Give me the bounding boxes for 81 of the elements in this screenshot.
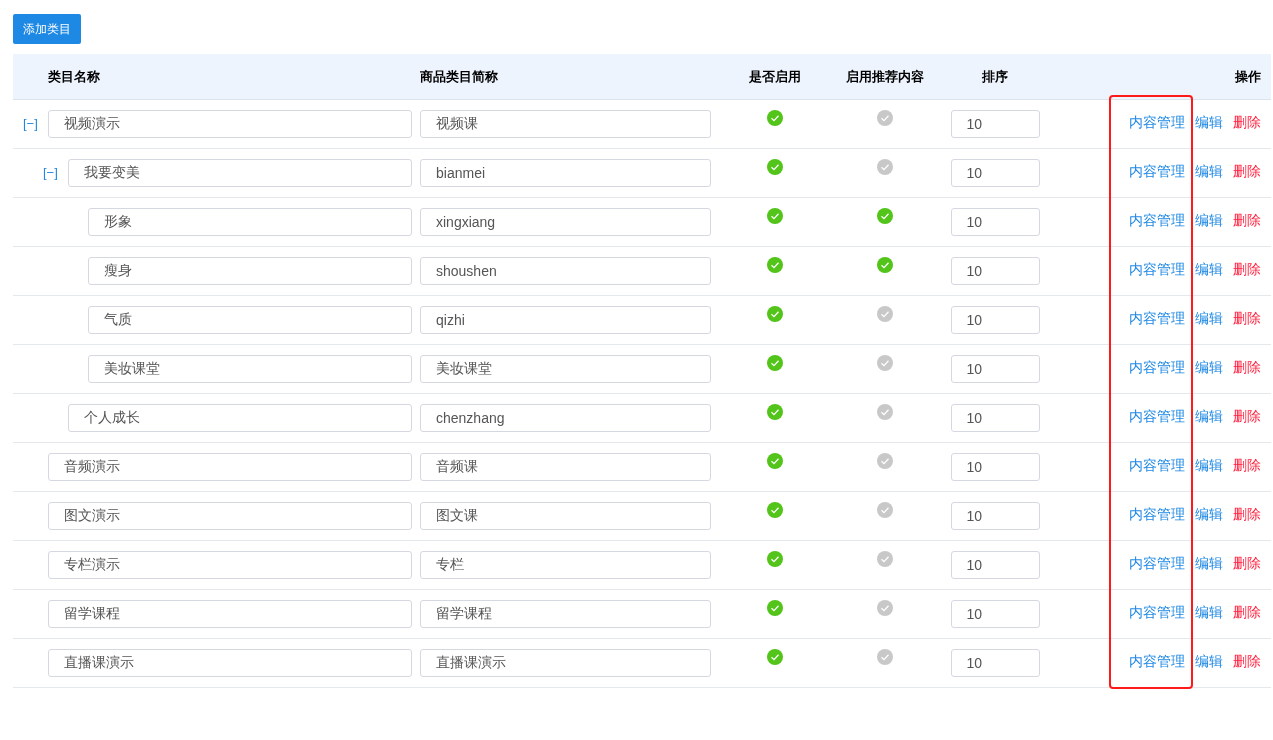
- sort-field[interactable]: 10: [950, 306, 1040, 334]
- action-link[interactable]: 编辑: [1195, 209, 1223, 231]
- sort-field[interactable]: 10: [950, 355, 1040, 383]
- column-header: 类目名称: [47, 67, 101, 86]
- action-link[interactable]: 内容管理: [1129, 258, 1185, 280]
- category-name-field[interactable]: 图文演示: [48, 502, 412, 530]
- category-name-field[interactable]: 直播课演示: [48, 649, 412, 677]
- action-link[interactable]: 编辑: [1195, 307, 1223, 329]
- category-name-field[interactable]: 形象: [88, 208, 412, 236]
- short-name-field[interactable]: 留学课程: [420, 600, 711, 628]
- short-name-field[interactable]: 直播课演示: [420, 649, 711, 677]
- category-name-field[interactable]: 我要变美: [68, 159, 412, 187]
- short-name-field[interactable]: xingxiang: [420, 208, 711, 236]
- column-header: 排序: [981, 67, 1009, 86]
- action-link[interactable]: 内容管理: [1129, 454, 1185, 476]
- sort-field[interactable]: 10: [950, 159, 1040, 187]
- short-name-field[interactable]: 视频课: [420, 110, 711, 138]
- delete-link[interactable]: 删除: [1233, 307, 1261, 329]
- action-link[interactable]: 内容管理: [1129, 209, 1185, 231]
- collapse-toggle[interactable]: [−]: [23, 116, 38, 132]
- column-header: 启用推荐内容: [845, 67, 925, 86]
- sort-field[interactable]: 10: [950, 404, 1040, 432]
- action-link[interactable]: 内容管理: [1129, 356, 1185, 378]
- sort-field[interactable]: 10: [950, 649, 1040, 677]
- delete-link[interactable]: 删除: [1233, 258, 1261, 280]
- action-link[interactable]: 内容管理: [1129, 405, 1185, 427]
- sort-field[interactable]: 10: [950, 600, 1040, 628]
- delete-link[interactable]: 删除: [1233, 650, 1261, 672]
- action-link[interactable]: 内容管理: [1129, 111, 1185, 133]
- delete-link[interactable]: 删除: [1233, 111, 1261, 133]
- sort-field[interactable]: 10: [950, 110, 1040, 138]
- action-link[interactable]: 内容管理: [1129, 307, 1185, 329]
- short-name-field[interactable]: 专栏: [420, 551, 711, 579]
- delete-link[interactable]: 删除: [1233, 454, 1261, 476]
- collapse-toggle[interactable]: [−]: [43, 165, 58, 181]
- category-name-field[interactable]: 音频演示: [48, 453, 412, 481]
- short-name-field[interactable]: bianmei: [420, 159, 711, 187]
- sort-field[interactable]: 10: [950, 453, 1040, 481]
- add-category-button[interactable]: 添加类目: [13, 14, 81, 44]
- action-link[interactable]: 编辑: [1195, 601, 1223, 623]
- action-link[interactable]: 编辑: [1195, 405, 1223, 427]
- short-name-field[interactable]: qizhi: [420, 306, 711, 334]
- category-name-field[interactable]: 美妆课堂: [88, 355, 412, 383]
- sort-field[interactable]: 10: [950, 208, 1040, 236]
- category-name-field[interactable]: 专栏演示: [48, 551, 412, 579]
- short-name-field[interactable]: chenzhang: [420, 404, 711, 432]
- action-link[interactable]: 编辑: [1195, 258, 1223, 280]
- delete-link[interactable]: 删除: [1233, 160, 1261, 182]
- action-link[interactable]: 内容管理: [1129, 601, 1185, 623]
- delete-link[interactable]: 删除: [1233, 209, 1261, 231]
- column-header: 商品类目简称: [420, 67, 499, 86]
- action-link[interactable]: 编辑: [1195, 160, 1223, 182]
- action-link[interactable]: 内容管理: [1129, 503, 1185, 525]
- column-header: 是否启用: [748, 67, 802, 86]
- short-name-field[interactable]: 图文课: [420, 502, 711, 530]
- category-name-field[interactable]: 留学课程: [48, 600, 412, 628]
- action-link[interactable]: 内容管理: [1129, 552, 1185, 574]
- action-link[interactable]: 编辑: [1195, 454, 1223, 476]
- action-link[interactable]: 编辑: [1195, 503, 1223, 525]
- category-name-field[interactable]: 瘦身: [88, 257, 412, 285]
- category-name-field[interactable]: 气质: [88, 306, 412, 334]
- delete-link[interactable]: 删除: [1233, 552, 1261, 574]
- category-name-field[interactable]: 个人成长: [68, 404, 412, 432]
- column-header: 操作: [1234, 67, 1262, 86]
- short-name-field[interactable]: shoushen: [420, 257, 711, 285]
- delete-link[interactable]: 删除: [1233, 356, 1261, 378]
- action-link[interactable]: 内容管理: [1129, 650, 1185, 672]
- sort-field[interactable]: 10: [950, 502, 1040, 530]
- action-link[interactable]: 内容管理: [1129, 160, 1185, 182]
- action-link[interactable]: 编辑: [1195, 552, 1223, 574]
- sort-field[interactable]: 10: [950, 551, 1040, 579]
- delete-link[interactable]: 删除: [1233, 503, 1261, 525]
- sort-field[interactable]: 10: [950, 257, 1040, 285]
- delete-link[interactable]: 删除: [1233, 601, 1261, 623]
- short-name-field[interactable]: 美妆课堂: [420, 355, 711, 383]
- category-name-field[interactable]: 视频演示: [48, 110, 412, 138]
- delete-link[interactable]: 删除: [1233, 405, 1261, 427]
- action-link[interactable]: 编辑: [1195, 650, 1223, 672]
- action-link[interactable]: 编辑: [1195, 111, 1223, 133]
- short-name-field[interactable]: 音频课: [420, 453, 711, 481]
- action-link[interactable]: 编辑: [1195, 356, 1223, 378]
